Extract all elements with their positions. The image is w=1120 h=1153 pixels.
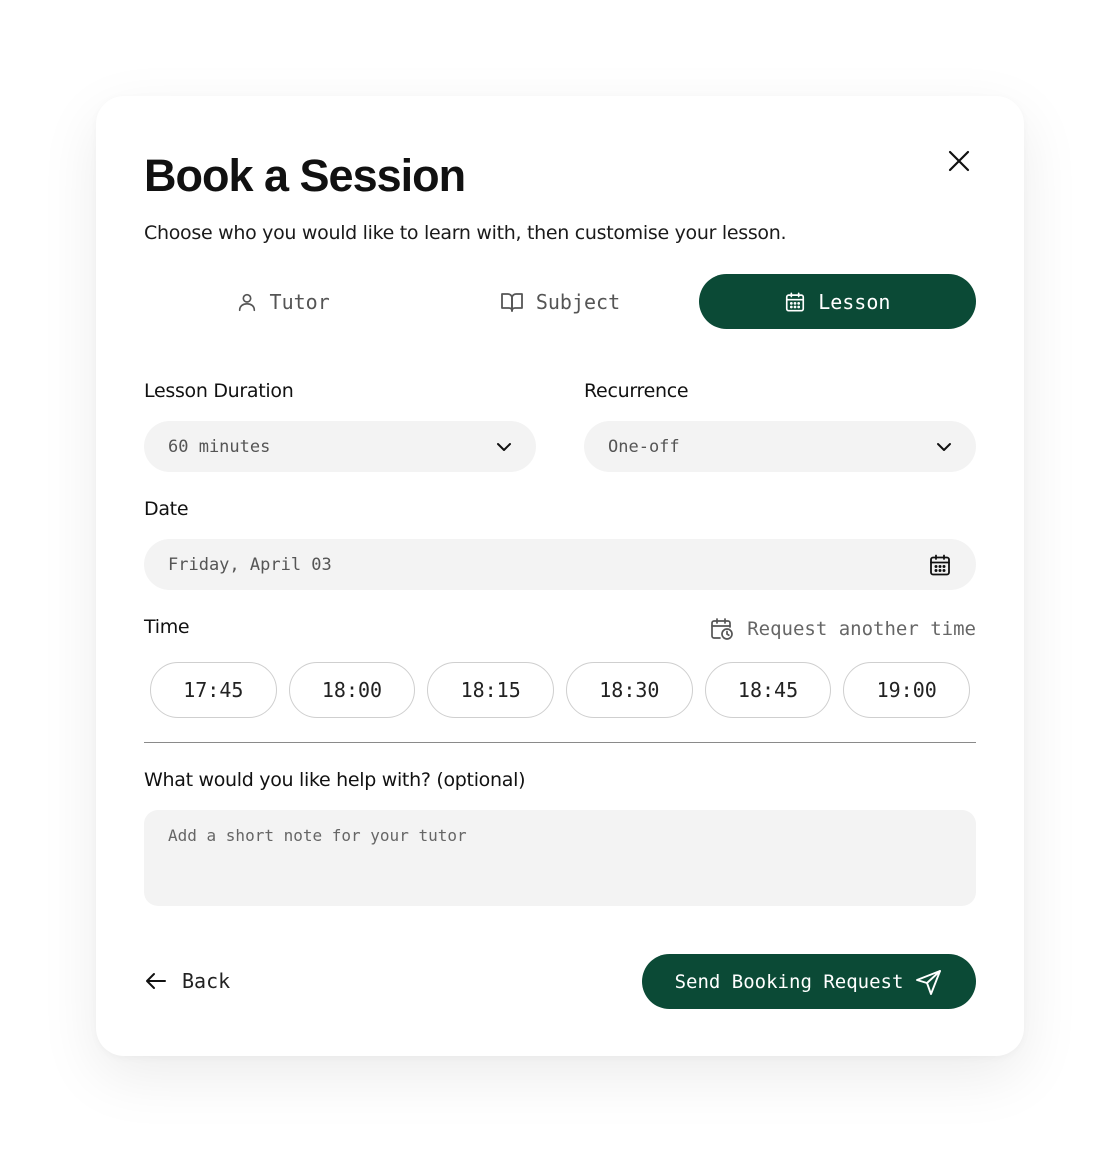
request-another-time-label: Request another time (747, 618, 976, 640)
close-button[interactable] (942, 144, 976, 178)
tab-subject-label: Subject (535, 289, 621, 314)
time-slot[interactable]: 18:00 (288, 662, 416, 718)
time-slot[interactable]: 18:30 (566, 662, 693, 718)
time-label: Time (144, 616, 190, 638)
calendar-icon (786, 291, 805, 312)
close-icon (948, 150, 970, 172)
date-label: Date (144, 498, 189, 520)
recurrence-value: One-off (608, 436, 680, 457)
tab-tutor-label: Tutor (269, 289, 330, 314)
send-booking-request-button[interactable]: Send Booking Request (642, 954, 976, 1009)
time-slots: 17:45 18:00 18:15 18:30 18:45 19:00 (150, 662, 971, 718)
book-open-icon (500, 292, 523, 312)
time-slot[interactable]: 18:45 (704, 662, 832, 718)
time-slot[interactable]: 17:45 (150, 662, 277, 718)
tab-tutor[interactable]: Tutor (144, 274, 421, 329)
back-button[interactable]: Back (144, 954, 230, 1008)
time-header: Time Request another time (144, 616, 976, 646)
duration-value: 60 minutes (168, 436, 271, 457)
time-slot[interactable]: 18:15 (427, 662, 555, 718)
back-label: Back (182, 969, 231, 993)
chevron-down-icon (937, 442, 951, 451)
request-another-time-link[interactable]: Request another time (709, 616, 976, 642)
calendar-icon (930, 554, 950, 575)
arrow-left-icon (146, 973, 166, 989)
duration-label: Lesson Duration (144, 380, 294, 402)
chevron-down-icon (497, 442, 511, 451)
send-label: Send Booking Request (674, 970, 904, 993)
note-label: What would you like help with? (optional… (144, 769, 526, 791)
booking-dialog: Book a Session Choose who you would like… (96, 96, 1024, 1056)
tab-subject[interactable]: Subject (421, 274, 698, 329)
note-input[interactable] (144, 810, 976, 906)
recurrence-label: Recurrence (584, 380, 689, 402)
date-value: Friday, April 03 (168, 554, 332, 575)
tab-lesson[interactable]: Lesson (698, 274, 976, 329)
time-slot[interactable]: 19:00 (843, 662, 971, 718)
divider (144, 742, 976, 743)
send-icon (916, 969, 942, 995)
recurrence-select[interactable]: One-off (584, 421, 976, 472)
duration-select[interactable]: 60 minutes (144, 421, 536, 472)
tab-lesson-label: Lesson (818, 289, 891, 314)
date-picker[interactable]: Friday, April 03 (144, 539, 976, 590)
page-title: Book a Session (144, 150, 466, 201)
dialog-subtitle: Choose who you would like to learn with,… (144, 222, 787, 244)
booking-tabs: Tutor Subject Lesson (144, 274, 976, 329)
calendar-clock-icon (711, 618, 734, 640)
user-icon (238, 293, 255, 311)
